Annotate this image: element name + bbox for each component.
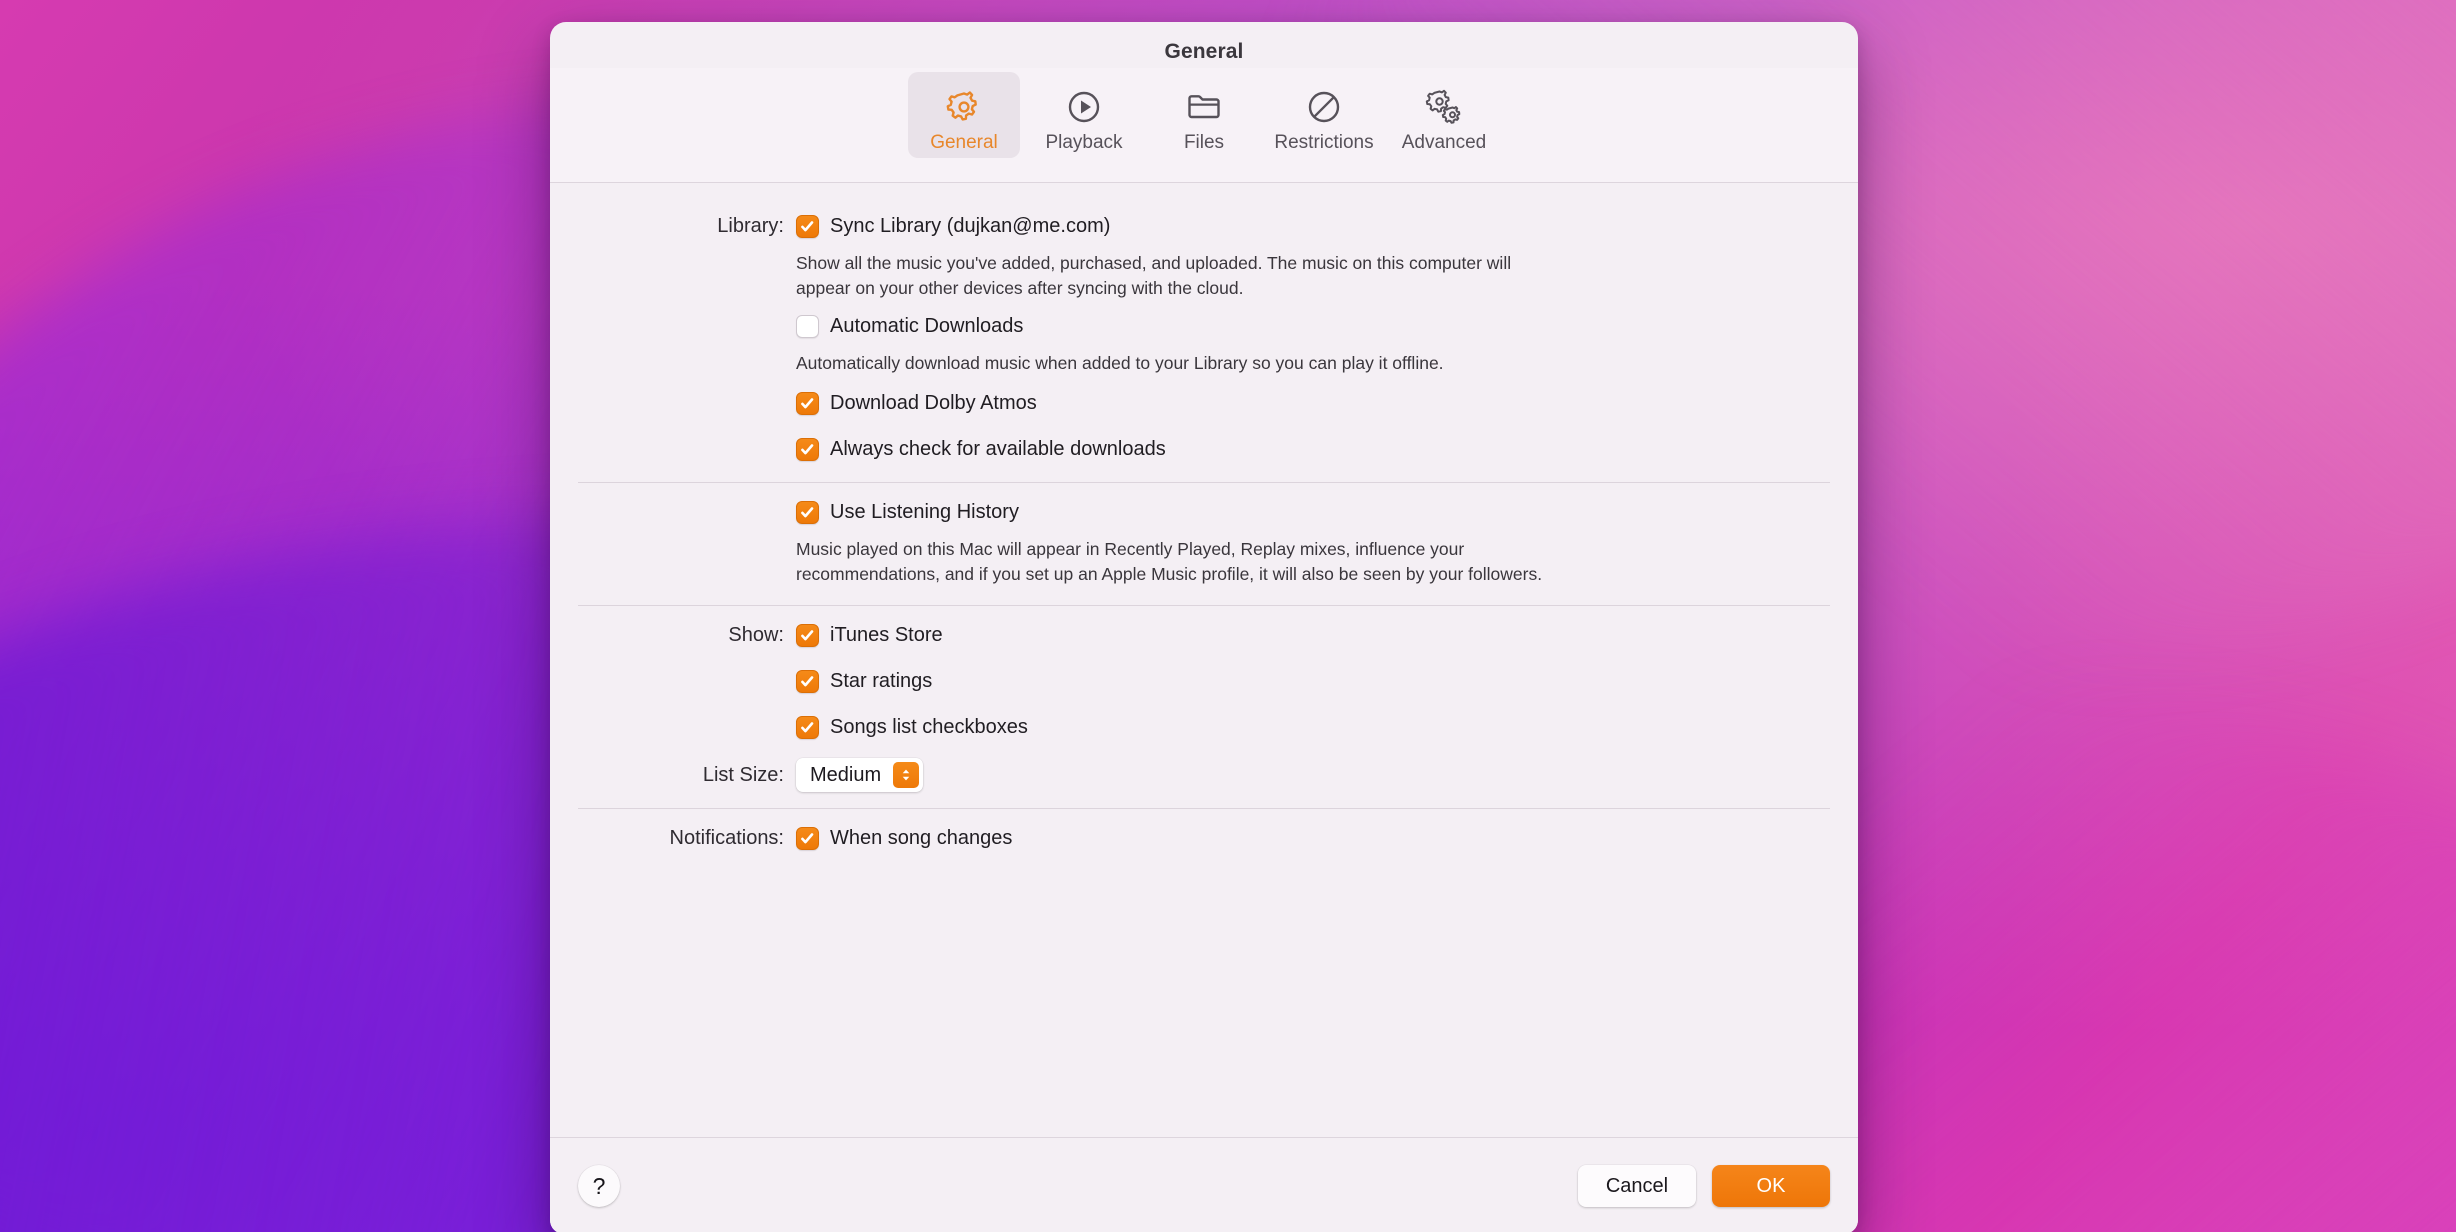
- cancel-button[interactable]: Cancel: [1578, 1165, 1696, 1207]
- library-row: Library: Sync Library (dujkan@me.com) Sh…: [578, 211, 1830, 464]
- dolby-atmos-label: Download Dolby Atmos: [830, 389, 1037, 417]
- tab-files-label: Files: [1184, 132, 1224, 154]
- list-size-value: Medium: [810, 764, 881, 787]
- desktop-wallpaper: General General: [0, 0, 2456, 1232]
- library-label: Library:: [578, 211, 796, 241]
- no-entry-icon: [1304, 84, 1344, 130]
- divider-1: [578, 482, 1830, 483]
- listening-history-section: Use Listening History Music played on th…: [578, 497, 1830, 591]
- list-size-row: List Size: Medium: [578, 758, 1830, 792]
- listening-history-body: Use Listening History Music played on th…: [796, 497, 1830, 591]
- notifications-section: Notifications: When song changes: [578, 823, 1830, 853]
- tab-restrictions-label: Restrictions: [1274, 132, 1373, 154]
- songs-list-checkboxes-checkbox[interactable]: [796, 716, 819, 739]
- tab-restrictions[interactable]: Restrictions: [1268, 72, 1380, 158]
- when-song-changes-checkbox[interactable]: [796, 827, 819, 850]
- tab-playback-label: Playback: [1045, 132, 1122, 154]
- list-size-body: Medium: [796, 758, 1830, 792]
- notifications-body: When song changes: [796, 823, 1830, 853]
- notifications-label: Notifications:: [578, 823, 796, 853]
- library-body: Sync Library (dujkan@me.com) Show all th…: [796, 211, 1830, 464]
- sync-library-checkbox-row[interactable]: Sync Library (dujkan@me.com): [796, 211, 1830, 241]
- dialog-footer: ? Cancel OK: [550, 1137, 1858, 1232]
- page-title: General: [550, 40, 1858, 64]
- sync-library-checkbox[interactable]: [796, 215, 819, 238]
- list-size-dropdown[interactable]: Medium: [796, 758, 923, 792]
- tab-advanced[interactable]: Advanced: [1388, 72, 1500, 158]
- help-button[interactable]: ?: [578, 1165, 620, 1207]
- tab-playback[interactable]: Playback: [1028, 72, 1140, 158]
- tab-files[interactable]: Files: [1148, 72, 1260, 158]
- listening-history-row: Use Listening History Music played on th…: [578, 497, 1830, 591]
- preferences-window: General General: [550, 22, 1858, 1232]
- chevron-up-down-icon: [893, 762, 919, 788]
- tab-general-label: General: [930, 132, 998, 154]
- listening-history-description: Music played on this Mac will appear in …: [796, 537, 1556, 587]
- show-section: Show: iTunes Store Star ra: [578, 620, 1830, 792]
- songs-list-checkboxes-label: Songs list checkboxes: [830, 713, 1028, 741]
- folder-icon: [1184, 84, 1224, 130]
- listening-history-label: Use Listening History: [830, 498, 1019, 526]
- star-ratings-checkbox-row[interactable]: Star ratings: [796, 666, 1830, 696]
- automatic-downloads-label: Automatic Downloads: [830, 312, 1023, 340]
- always-check-downloads-checkbox-row[interactable]: Always check for available downloads: [796, 434, 1830, 464]
- listening-history-checkbox[interactable]: [796, 501, 819, 524]
- divider-3: [578, 808, 1830, 809]
- show-row: Show: iTunes Store Star ra: [578, 620, 1830, 742]
- always-check-downloads-label: Always check for available downloads: [830, 435, 1166, 463]
- always-check-downloads-checkbox[interactable]: [796, 438, 819, 461]
- listening-history-checkbox-row[interactable]: Use Listening History: [796, 497, 1830, 527]
- notifications-row: Notifications: When song changes: [578, 823, 1830, 853]
- star-ratings-label: Star ratings: [830, 667, 932, 695]
- divider-2: [578, 605, 1830, 606]
- sync-library-label: Sync Library (dujkan@me.com): [830, 212, 1110, 240]
- songs-list-checkboxes-row[interactable]: Songs list checkboxes: [796, 712, 1830, 742]
- when-song-changes-checkbox-row[interactable]: When song changes: [796, 823, 1830, 853]
- tab-advanced-label: Advanced: [1402, 132, 1487, 154]
- gear-icon: [944, 84, 984, 130]
- when-song-changes-label: When song changes: [830, 824, 1012, 852]
- itunes-store-checkbox[interactable]: [796, 624, 819, 647]
- automatic-downloads-description: Automatically download music when added …: [796, 351, 1536, 376]
- star-ratings-checkbox[interactable]: [796, 670, 819, 693]
- show-body: iTunes Store Star ratings: [796, 620, 1830, 742]
- itunes-store-checkbox-row[interactable]: iTunes Store: [796, 620, 1830, 650]
- itunes-store-label: iTunes Store: [830, 621, 943, 649]
- sync-library-description: Show all the music you've added, purchas…: [796, 251, 1536, 301]
- dolby-atmos-checkbox-row[interactable]: Download Dolby Atmos: [796, 388, 1830, 418]
- list-size-label: List Size:: [578, 758, 796, 792]
- automatic-downloads-checkbox[interactable]: [796, 315, 819, 338]
- tab-general[interactable]: General: [908, 72, 1020, 158]
- preferences-toolbar: General Playback Files: [550, 68, 1858, 183]
- library-section: Library: Sync Library (dujkan@me.com) Sh…: [578, 183, 1830, 464]
- show-label: Show:: [578, 620, 796, 650]
- gears-icon: [1424, 84, 1464, 130]
- preferences-content: Library: Sync Library (dujkan@me.com) Sh…: [550, 183, 1858, 1137]
- play-circle-icon: [1064, 84, 1104, 130]
- automatic-downloads-checkbox-row[interactable]: Automatic Downloads: [796, 311, 1830, 341]
- window-titlebar: General: [550, 22, 1858, 68]
- ok-button[interactable]: OK: [1712, 1165, 1830, 1207]
- dolby-atmos-checkbox[interactable]: [796, 392, 819, 415]
